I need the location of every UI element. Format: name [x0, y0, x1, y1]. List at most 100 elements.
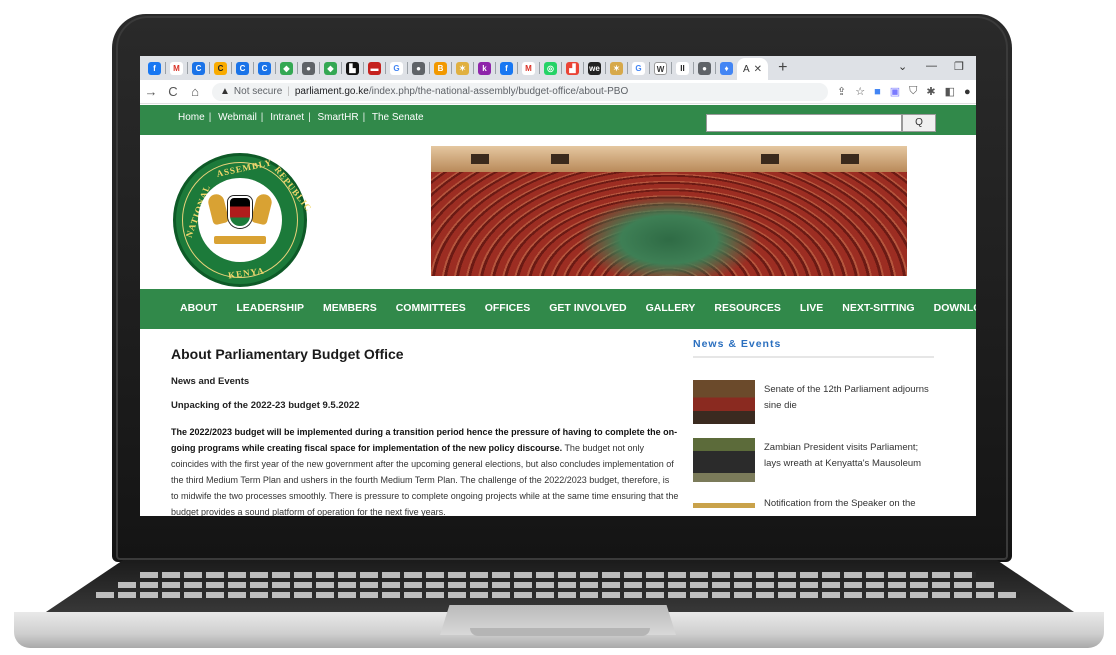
article: About Parliamentary Budget Office News a… — [171, 346, 679, 516]
google-tab-icon[interactable]: G — [632, 61, 645, 75]
warning-icon: ▲ — [220, 86, 230, 97]
national-assembly-seal-logo[interactable]: ASSEMBLY REPUBLIC NATIONAL KENYA — [173, 153, 314, 287]
globe-tab-icon[interactable]: ● — [412, 61, 425, 75]
globe-tab-icon[interactable]: ● — [302, 61, 315, 75]
news-headline[interactable]: Notification from the Speaker on the — [764, 496, 934, 512]
link-the-senate[interactable]: The Senate — [372, 112, 424, 123]
utility-bar: Home | Webmail | Intranet | SmartHR | The Se… — [140, 105, 976, 135]
black-tab-icon[interactable]: ▙ — [346, 61, 359, 75]
pause-tab-icon[interactable]: II — [676, 61, 689, 75]
news-item[interactable]: Senate of the 12th Parliament adjourns s… — [693, 380, 934, 428]
tab-divider — [209, 62, 210, 74]
diamond-tab-icon[interactable]: ◆ — [280, 61, 293, 75]
nav-about[interactable]: ABOUT — [180, 302, 217, 314]
tab-divider — [363, 62, 364, 74]
orange-tab-icon[interactable]: B — [434, 61, 447, 75]
laptop-mockup: f M C C C C ◆ ● ◆ ▙ ▬ G ● B ✶ k f M ◎ ▟ … — [0, 0, 1116, 655]
minimize-icon[interactable]: — — [926, 60, 937, 72]
chamber-window — [761, 154, 779, 164]
share-icon[interactable]: ⇪ — [837, 85, 846, 98]
nav-offices[interactable]: OFFICES — [485, 302, 531, 314]
tab-divider — [231, 62, 232, 74]
page-title: About Parliamentary Budget Office — [171, 346, 404, 362]
avatar[interactable]: ● — [964, 86, 971, 98]
home-icon[interactable]: ⌂ — [188, 84, 202, 99]
extension-icon[interactable]: ▣ — [890, 85, 900, 98]
tab-divider — [429, 62, 430, 74]
restore-icon[interactable]: ❐ — [954, 60, 964, 73]
link-intranet[interactable]: Intranet — [270, 112, 304, 123]
chevron-down-icon[interactable]: ⌄ — [898, 60, 907, 73]
nav-gallery[interactable]: GALLERY — [646, 302, 696, 314]
nav-get-involved[interactable]: GET INVOLVED — [549, 302, 626, 314]
nav-committees[interactable]: COMMITTEES — [396, 302, 466, 314]
facebook-tab-icon[interactable]: f — [148, 61, 161, 75]
chamber-gallery — [431, 146, 907, 172]
news-item[interactable]: Notification from the Speaker on the — [693, 494, 934, 516]
we-tab-icon[interactable]: we — [588, 61, 601, 75]
tab-divider — [495, 62, 496, 74]
nav-members[interactable]: MEMBERS — [323, 302, 377, 314]
news-thumbnail[interactable] — [693, 494, 755, 516]
close-icon[interactable]: ✕ — [754, 64, 762, 75]
security-status: Not secure — [233, 86, 283, 97]
shield-icon[interactable]: ⛉ — [909, 85, 917, 98]
purple-tab-icon[interactable]: k — [478, 61, 491, 75]
flag-tab-icon[interactable]: ▬ — [368, 61, 381, 75]
yellow-tab-icon[interactable]: C — [214, 61, 227, 75]
whatsapp-tab-icon[interactable]: ◎ — [544, 61, 557, 75]
gmail-tab-icon[interactable]: M — [170, 61, 183, 75]
crest-tab-icon[interactable]: ✶ — [610, 61, 623, 75]
puzzle-icon[interactable]: ✱ — [926, 85, 935, 98]
address-bar-row: → C ⌂ ▲ Not secure | parliament.go.ke /i… — [140, 80, 976, 104]
circle-tab-icon[interactable]: C — [192, 61, 205, 75]
reload-icon[interactable]: C — [166, 84, 180, 99]
tab-divider — [253, 62, 254, 74]
red-tab-icon[interactable]: ▟ — [566, 61, 579, 75]
nav-resources[interactable]: RESOURCES — [714, 302, 781, 314]
news-headline[interactable]: Senate of the 12th Parliament adjourns s… — [764, 382, 934, 414]
shield-icon — [228, 196, 252, 228]
diamond-tab-icon[interactable]: ◆ — [324, 61, 337, 75]
search-input[interactable] — [706, 114, 902, 132]
nav-downloads[interactable]: DOWNLOADS — [934, 302, 976, 314]
globe-tab-icon[interactable]: ● — [698, 61, 711, 75]
news-thumbnail[interactable] — [693, 438, 755, 482]
keyboard-row — [118, 582, 998, 588]
tab-divider — [715, 62, 716, 74]
search-button[interactable]: Q — [902, 114, 936, 132]
url-host: parliament.go.ke — [294, 86, 369, 97]
sidepanel-icon[interactable]: ◧ — [945, 85, 955, 98]
article-text: The budget not only coincides with the f… — [171, 443, 679, 516]
active-tab[interactable]: A ✕ — [737, 58, 769, 80]
crest-tab-icon[interactable]: ♦ — [720, 61, 733, 75]
facebook-tab-icon[interactable]: f — [500, 61, 513, 75]
circle-tab-icon[interactable]: C — [236, 61, 249, 75]
article-subheading: Unpacking of the 2022-23 budget 9.5.2022 — [171, 400, 360, 411]
circle-tab-icon[interactable]: C — [258, 61, 271, 75]
news-sidebar: News & Events Senate of the 12th Parliam… — [693, 338, 934, 516]
google-tab-icon[interactable]: G — [390, 61, 403, 75]
new-tab-icon[interactable]: + — [778, 60, 787, 76]
nav-next-sitting[interactable]: NEXT-SITTING — [842, 302, 914, 314]
link-home[interactable]: Home — [178, 112, 205, 123]
utility-links: Home | Webmail | Intranet | SmartHR | The Se… — [178, 112, 424, 123]
news-thumbnail[interactable] — [693, 380, 755, 424]
news-headline[interactable]: Zambian President visits Parliament; lay… — [764, 440, 934, 472]
nav-live[interactable]: LIVE — [800, 302, 823, 314]
link-smarthr[interactable]: SmartHR — [318, 112, 359, 123]
nav-leadership[interactable]: LEADERSHIP — [236, 302, 304, 314]
tab-divider — [341, 62, 342, 74]
divider: | — [260, 112, 264, 123]
back-arrow-icon[interactable]: → — [144, 84, 158, 99]
extension-icon[interactable]: ■ — [874, 86, 881, 98]
url-bar[interactable]: ▲ Not secure | parliament.go.ke /index.p… — [212, 82, 828, 101]
star-icon[interactable]: ☆ — [855, 85, 865, 98]
crest-tab-icon[interactable]: ✶ — [456, 61, 469, 75]
tab-strip: f M C C C C ◆ ● ◆ ▙ ▬ G ● B ✶ k f M ◎ ▟ … — [140, 56, 976, 80]
wikipedia-tab-icon[interactable]: W — [654, 61, 667, 75]
link-webmail[interactable]: Webmail — [218, 112, 257, 123]
news-item[interactable]: Zambian President visits Parliament; lay… — [693, 438, 934, 486]
active-tab-title: A — [743, 63, 750, 75]
gmail-tab-icon[interactable]: M — [522, 61, 535, 75]
